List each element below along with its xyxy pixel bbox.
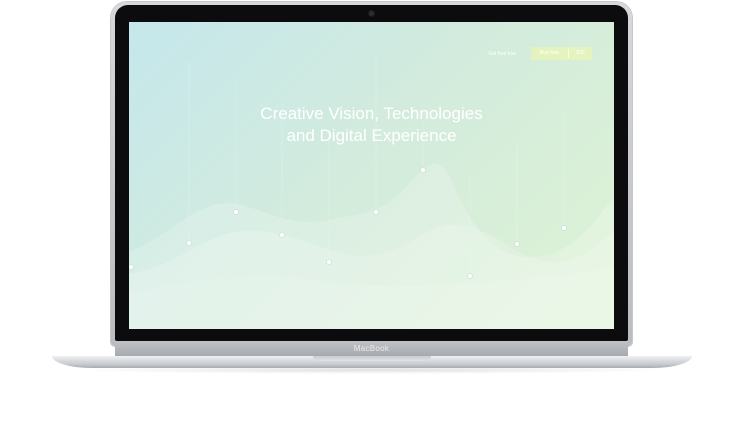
laptop-notch xyxy=(313,356,431,361)
chart-point xyxy=(326,259,332,265)
hero-title-line2: and Digital Experience xyxy=(286,126,457,145)
price-label: $32 xyxy=(576,50,585,56)
chart-point xyxy=(279,232,285,238)
chart-point xyxy=(186,240,192,246)
buy-now-label: Buy now xyxy=(539,50,560,56)
camera-icon xyxy=(369,11,374,16)
chart-point xyxy=(233,209,239,215)
buy-now-button[interactable]: Buy now $32 xyxy=(531,47,592,60)
free-trial-link[interactable]: Get free trial xyxy=(480,48,524,60)
chart-point xyxy=(514,241,520,247)
chart-point xyxy=(129,264,134,270)
chart-point xyxy=(420,167,426,173)
wave-chart-graphic xyxy=(129,52,614,329)
chart-point xyxy=(467,273,473,279)
chart-point xyxy=(373,209,379,215)
website-screen: Get free trial Buy now $32 Creative Visi… xyxy=(129,22,614,329)
brand-label: MacBook xyxy=(353,344,390,353)
chart-point xyxy=(561,225,567,231)
hero-title-line1: Creative Vision, Technologies xyxy=(260,104,483,123)
